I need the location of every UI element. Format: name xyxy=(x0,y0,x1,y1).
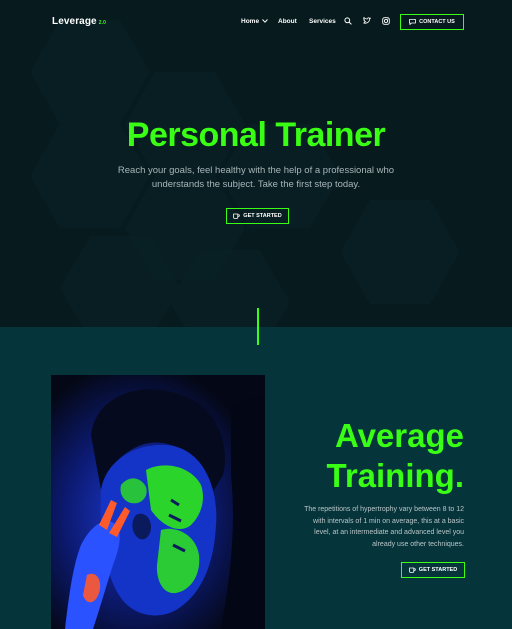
logo[interactable]: Leverage 2.0 xyxy=(52,16,106,27)
contact-us-button[interactable]: CONTACT US xyxy=(400,14,464,30)
hero-section: Leverage 2.0 Home About Services CONTACT… xyxy=(0,0,512,327)
coffee-icon xyxy=(233,213,241,219)
contact-us-label: CONTACT US xyxy=(419,19,455,25)
trainer-photo xyxy=(51,375,265,629)
search-icon[interactable] xyxy=(344,17,352,25)
hero-title: Personal Trainer xyxy=(126,116,386,154)
training-title-line: Training. xyxy=(326,457,464,494)
logo-version: 2.0 xyxy=(98,20,106,26)
get-started-label: GET STARTED xyxy=(243,213,282,219)
hero-subtitle-line: Reach your goals, feel healthy with the … xyxy=(117,165,395,176)
twitter-icon[interactable] xyxy=(363,17,371,25)
get-started-label: GET STARTED xyxy=(418,567,458,573)
training-description-line: already use other techniques. xyxy=(372,540,464,548)
training-description-line: with intervals of 1 min on average, this… xyxy=(313,517,464,525)
nav-item-services[interactable]: Services xyxy=(309,18,336,25)
training-title-line: Average xyxy=(334,417,464,454)
training-description-line: level, at an intermediate and advanced l… xyxy=(314,529,464,536)
training-description-line: The repetitions of hypertrophy vary betw… xyxy=(304,506,464,513)
training-get-started-button[interactable]: GET STARTED xyxy=(401,562,465,578)
nav-item-label: Home xyxy=(241,18,260,25)
nav-item-label: About xyxy=(278,18,297,25)
hero-subtitle: Reach your goals, feel healthy with the … xyxy=(106,164,406,192)
neon-face-image xyxy=(51,375,265,629)
coffee-icon xyxy=(408,567,416,573)
instagram-icon[interactable] xyxy=(382,17,390,25)
nav-item-home[interactable]: Home xyxy=(241,18,268,25)
training-description: The repetitions of hypertrophy vary betw… xyxy=(286,504,464,550)
logo-text: Leverage xyxy=(52,16,97,27)
hero-get-started-button[interactable]: GET STARTED xyxy=(226,208,289,224)
chevron-down-icon xyxy=(262,19,268,24)
training-title: Average Training. xyxy=(326,416,464,496)
nav-item-about[interactable]: About xyxy=(278,18,297,25)
section-divider xyxy=(257,308,259,345)
chat-icon xyxy=(409,19,417,25)
hex-decoration xyxy=(340,200,460,304)
top-nav: Leverage 2.0 Home About Services CONTACT… xyxy=(0,0,512,44)
nav-item-label: Services xyxy=(309,18,336,25)
hero-subtitle-line: understands the subject. Take the first … xyxy=(151,179,361,190)
